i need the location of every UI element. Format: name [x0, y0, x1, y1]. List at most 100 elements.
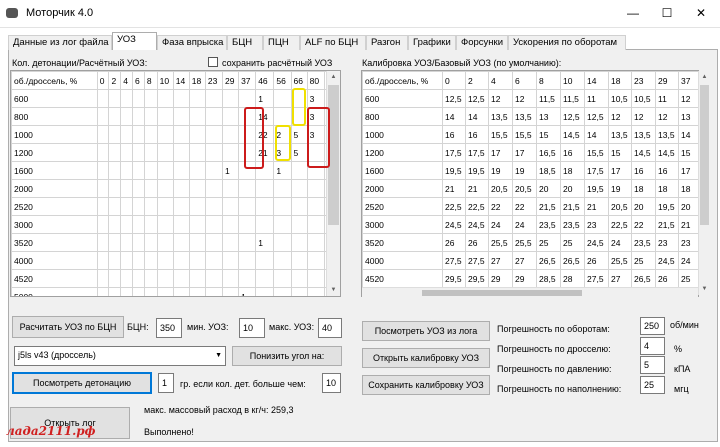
table-cell[interactable]	[204, 161, 224, 180]
table-cell[interactable]: 20,5	[488, 179, 513, 198]
table-cell[interactable]	[120, 197, 134, 216]
table-cell[interactable]: 23,5	[536, 215, 561, 234]
table-cell[interactable]: 27	[488, 251, 513, 270]
table-cell[interactable]	[156, 89, 174, 108]
table-cell[interactable]	[156, 215, 174, 234]
table-cell[interactable]: 19	[512, 161, 537, 180]
tab-rpm-acceleration[interactable]: Ускорения по оборотам	[508, 35, 626, 50]
table-cell[interactable]: 17,5	[465, 143, 489, 162]
table-cell[interactable]	[273, 107, 292, 126]
table-cell[interactable]: 29	[488, 269, 513, 288]
table-cell[interactable]	[120, 125, 134, 144]
table-cell[interactable]: 25,5	[608, 251, 632, 270]
table-cell[interactable]	[108, 287, 122, 296]
tab-injectors[interactable]: Форсунки	[456, 35, 508, 50]
table-cell[interactable]	[204, 125, 224, 144]
table-cell[interactable]: 24	[512, 215, 537, 234]
table-cell[interactable]	[188, 125, 206, 144]
table-cell[interactable]: 3	[306, 89, 325, 108]
table-cell[interactable]: 24	[488, 215, 513, 234]
table-cell[interactable]	[96, 125, 110, 144]
table-cell[interactable]	[172, 143, 190, 162]
table-cell[interactable]: 13	[536, 107, 561, 126]
table-cell[interactable]: 23	[678, 233, 698, 252]
table-cell[interactable]: 15	[608, 143, 632, 162]
table-cell[interactable]	[120, 269, 134, 288]
table-cell[interactable]	[238, 197, 257, 216]
table-cell[interactable]	[108, 179, 122, 198]
table-cell[interactable]: 20	[631, 197, 656, 216]
table-cell[interactable]: 17	[488, 143, 513, 162]
table-cell[interactable]: 13,5	[608, 125, 632, 144]
table-cell[interactable]	[290, 161, 308, 180]
table-cell[interactable]: 20,5	[512, 179, 537, 198]
table-cell[interactable]	[188, 269, 206, 288]
table-cell[interactable]	[132, 197, 145, 216]
table-cell[interactable]: 23,5	[631, 233, 656, 252]
table-cell[interactable]	[221, 287, 240, 296]
table-cell[interactable]	[132, 143, 145, 162]
table-cell[interactable]: 16,5	[536, 143, 561, 162]
table-cell[interactable]	[188, 107, 206, 126]
table-cell[interactable]: 19,5	[442, 161, 466, 180]
table-cell[interactable]	[204, 251, 224, 270]
table-cell[interactable]: 13	[678, 107, 698, 126]
table-cell[interactable]: 25	[560, 233, 585, 252]
table-cell[interactable]: 22,5	[608, 215, 632, 234]
table-cell[interactable]: 22,5	[465, 197, 489, 216]
table-cell[interactable]: 16	[465, 125, 489, 144]
table-cell[interactable]: 18,5	[536, 161, 561, 180]
table-cell[interactable]	[238, 89, 257, 108]
table-cell[interactable]: 14,5	[560, 125, 585, 144]
table-cell[interactable]	[96, 143, 110, 162]
table-cell[interactable]	[306, 287, 325, 296]
table-cell[interactable]	[172, 269, 190, 288]
table-cell[interactable]: 11	[655, 89, 679, 108]
open-calibration-button[interactable]: Открыть калибровку УОЗ	[362, 348, 490, 368]
table-cell[interactable]	[120, 251, 134, 270]
table-cell[interactable]	[132, 287, 145, 296]
table-cell[interactable]	[204, 197, 224, 216]
table-cell[interactable]: 12	[488, 89, 513, 108]
table-cell[interactable]: 19	[488, 161, 513, 180]
table-cell[interactable]: 14	[442, 107, 466, 126]
table-cell[interactable]: 28,5	[536, 269, 561, 288]
min-uoz-input[interactable]: 10	[239, 318, 265, 338]
table-cell[interactable]: 25	[678, 269, 698, 288]
minimize-button[interactable]: —	[622, 3, 644, 23]
table-cell[interactable]	[188, 89, 206, 108]
table-cell[interactable]: 27,5	[465, 251, 489, 270]
table-cell[interactable]	[108, 251, 122, 270]
table-cell[interactable]	[132, 251, 145, 270]
rpm-error-input[interactable]: 250	[640, 317, 665, 335]
table-cell[interactable]	[156, 161, 174, 180]
chevron-down-icon[interactable]: ▼	[215, 347, 222, 364]
table-cell[interactable]: 24,5	[465, 215, 489, 234]
table-cell[interactable]: 10,5	[631, 89, 656, 108]
table-cell[interactable]: 21	[442, 179, 466, 198]
table-cell[interactable]: 21,5	[560, 197, 585, 216]
view-log-uoz-button[interactable]: Посмотреть УОЗ из лога	[362, 321, 490, 341]
table-cell[interactable]	[238, 251, 257, 270]
table-cell[interactable]	[188, 215, 206, 234]
table-cell[interactable]	[96, 233, 110, 252]
table-cell[interactable]: 21	[678, 215, 698, 234]
table-cell[interactable]: 15,5	[584, 143, 609, 162]
table-cell[interactable]: 11	[584, 89, 609, 108]
table-cell[interactable]	[221, 143, 240, 162]
knock-threshold-input[interactable]: 10	[322, 373, 341, 393]
tab-injection-phase[interactable]: Фаза впрыска	[157, 35, 227, 50]
table-cell[interactable]: 24	[608, 233, 632, 252]
table-cell[interactable]: 29,5	[442, 269, 466, 288]
table-cell[interactable]	[221, 251, 240, 270]
table-cell[interactable]: 18	[631, 179, 656, 198]
table-cell[interactable]	[255, 215, 275, 234]
table-cell[interactable]	[188, 251, 206, 270]
table-cell[interactable]	[143, 125, 158, 144]
table-cell[interactable]: 15	[678, 143, 698, 162]
table-cell[interactable]	[108, 197, 122, 216]
table-cell[interactable]: 14	[678, 125, 698, 144]
table-cell[interactable]: 22	[631, 215, 656, 234]
table-cell[interactable]	[255, 251, 275, 270]
scroll-down-arrow-icon[interactable]: ▼	[699, 283, 710, 295]
